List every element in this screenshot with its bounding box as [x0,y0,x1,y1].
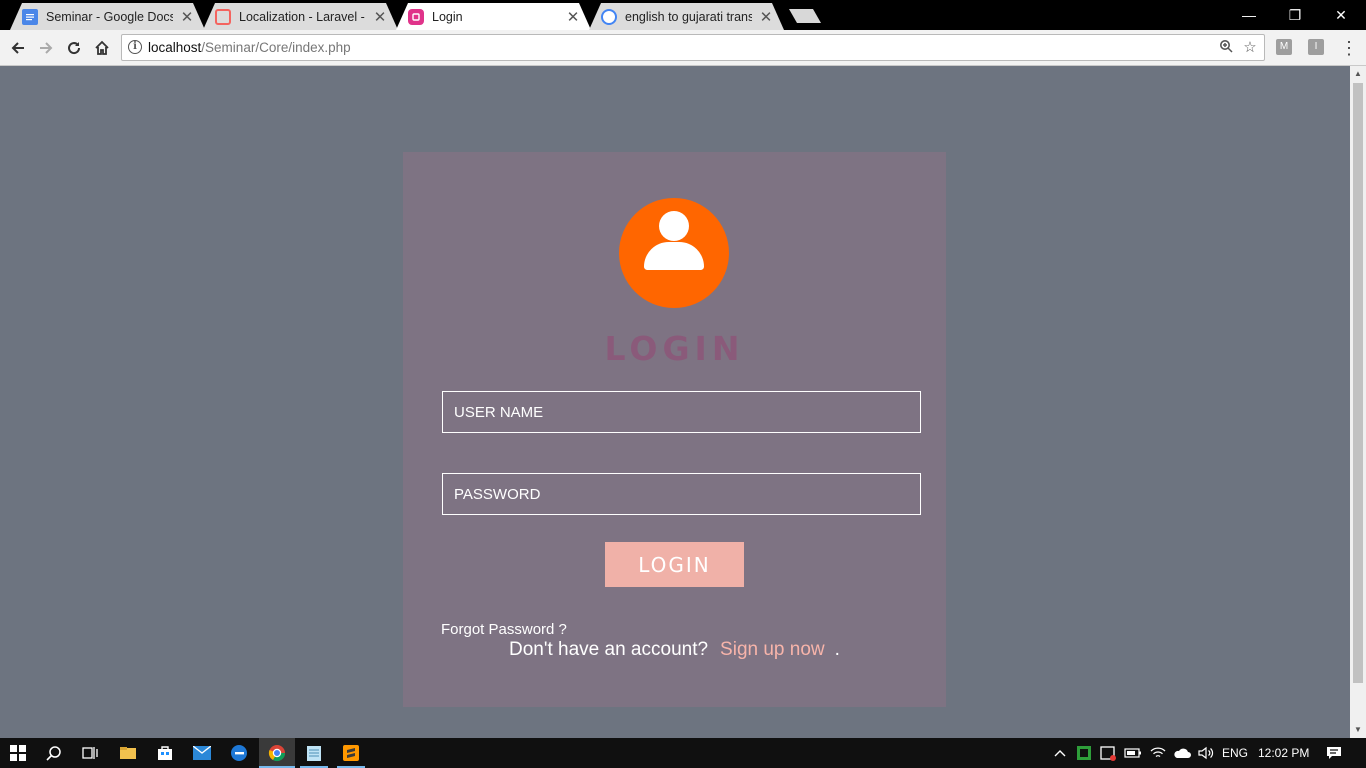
forward-arrow-icon[interactable] [34,36,58,60]
taskbar: ENG 12:02 PM [0,738,1366,768]
url-path: /Seminar/Core/index.php [201,40,351,55]
reload-icon[interactable] [62,36,86,60]
tab-title: english to gujarati transla [625,9,752,24]
signup-period: . [834,639,840,660]
tab-title: Seminar - Google Docs [46,9,173,24]
close-icon[interactable]: ✕ [372,8,388,26]
google-icon [601,9,617,25]
bookmark-star-icon[interactable]: ☆ [1241,39,1259,57]
store-icon[interactable] [155,743,175,763]
back-arrow-icon[interactable] [6,36,30,60]
menu-icon[interactable]: ⋮ [1340,37,1358,59]
zoom-icon[interactable] [1217,39,1235,57]
close-window-icon[interactable]: ✕ [1318,0,1364,30]
task-view-icon[interactable] [80,743,100,763]
tab-login[interactable]: Login ✕ [396,3,591,30]
user-avatar-icon [619,198,729,308]
mail-icon[interactable] [192,743,212,763]
scroll-down-icon[interactable]: ▼ [1350,722,1366,738]
show-hidden-icons-chevron-icon[interactable] [1050,743,1070,763]
vertical-scrollbar[interactable]: ▲ ▼ [1350,66,1366,738]
search-icon[interactable] [44,743,64,763]
chrome-taskbar-button[interactable] [259,738,295,768]
address-bar[interactable]: i localhost/Seminar/Core/index.php ☆ [121,34,1265,61]
tab-google-docs[interactable]: Seminar - Google Docs ✕ [10,3,205,30]
signup-link[interactable]: Sign up now [720,639,825,660]
extension-m-icon[interactable]: M [1276,39,1292,55]
tab-title: Localization - Laravel - Th [239,9,365,24]
close-icon[interactable]: ✕ [758,8,774,26]
signup-line: Don't have an account? Sign up now. [509,639,840,661]
signup-prompt: Don't have an account? [509,639,709,660]
page-body: LOGIN LOGIN Forgot Password ? Don't have… [0,66,1350,738]
chrome-icon [267,743,287,763]
scroll-up-icon[interactable]: ▲ [1350,66,1366,82]
tab-laravel[interactable]: Localization - Laravel - Th ✕ [203,3,398,30]
edge-icon[interactable] [229,743,249,763]
minimize-icon[interactable]: — [1226,0,1272,30]
notepad-icon[interactable] [304,743,324,763]
volume-icon[interactable] [1196,743,1216,763]
tab-google-translate[interactable]: english to gujarati transla ✕ [589,3,784,30]
password-input[interactable] [442,473,921,515]
tab-strip: Seminar - Google Docs ✕ Localization - L… [0,0,1366,30]
battery-icon[interactable] [1123,743,1143,763]
url-host: localhost [148,40,202,55]
onedrive-icon[interactable] [1172,743,1192,763]
username-input[interactable] [442,391,921,433]
restore-icon[interactable]: ❐ [1272,0,1318,30]
login-button[interactable]: LOGIN [605,542,744,587]
info-icon[interactable]: i [128,40,142,54]
home-icon[interactable] [90,36,114,60]
sublime-text-icon[interactable] [341,743,361,763]
page-icon [408,9,424,25]
tray-app-green-icon[interactable] [1074,743,1094,763]
extension-i-icon[interactable]: I [1308,39,1324,55]
google-docs-icon [22,9,38,25]
laravel-icon [215,9,231,25]
language-indicator[interactable]: ENG [1222,746,1248,760]
forgot-password-link[interactable]: Forgot Password ? [441,621,567,638]
wifi-icon[interactable] [1148,743,1168,763]
close-icon[interactable]: ✕ [179,8,195,26]
scroll-thumb[interactable] [1353,83,1363,683]
browser-toolbar: i localhost/Seminar/Core/index.php ☆ M I… [0,30,1366,66]
file-explorer-icon[interactable] [118,743,138,763]
notifications-icon[interactable] [1324,743,1344,763]
clock[interactable]: 12:02 PM [1258,746,1309,760]
new-tab-button[interactable] [789,9,821,23]
login-card: LOGIN LOGIN Forgot Password ? Don't have… [403,152,946,707]
windows-start-icon[interactable] [8,743,28,763]
close-icon[interactable]: ✕ [565,8,581,26]
tray-app-alert-icon[interactable] [1098,743,1118,763]
login-heading: LOGIN [604,329,745,368]
tab-title: Login [432,9,463,24]
